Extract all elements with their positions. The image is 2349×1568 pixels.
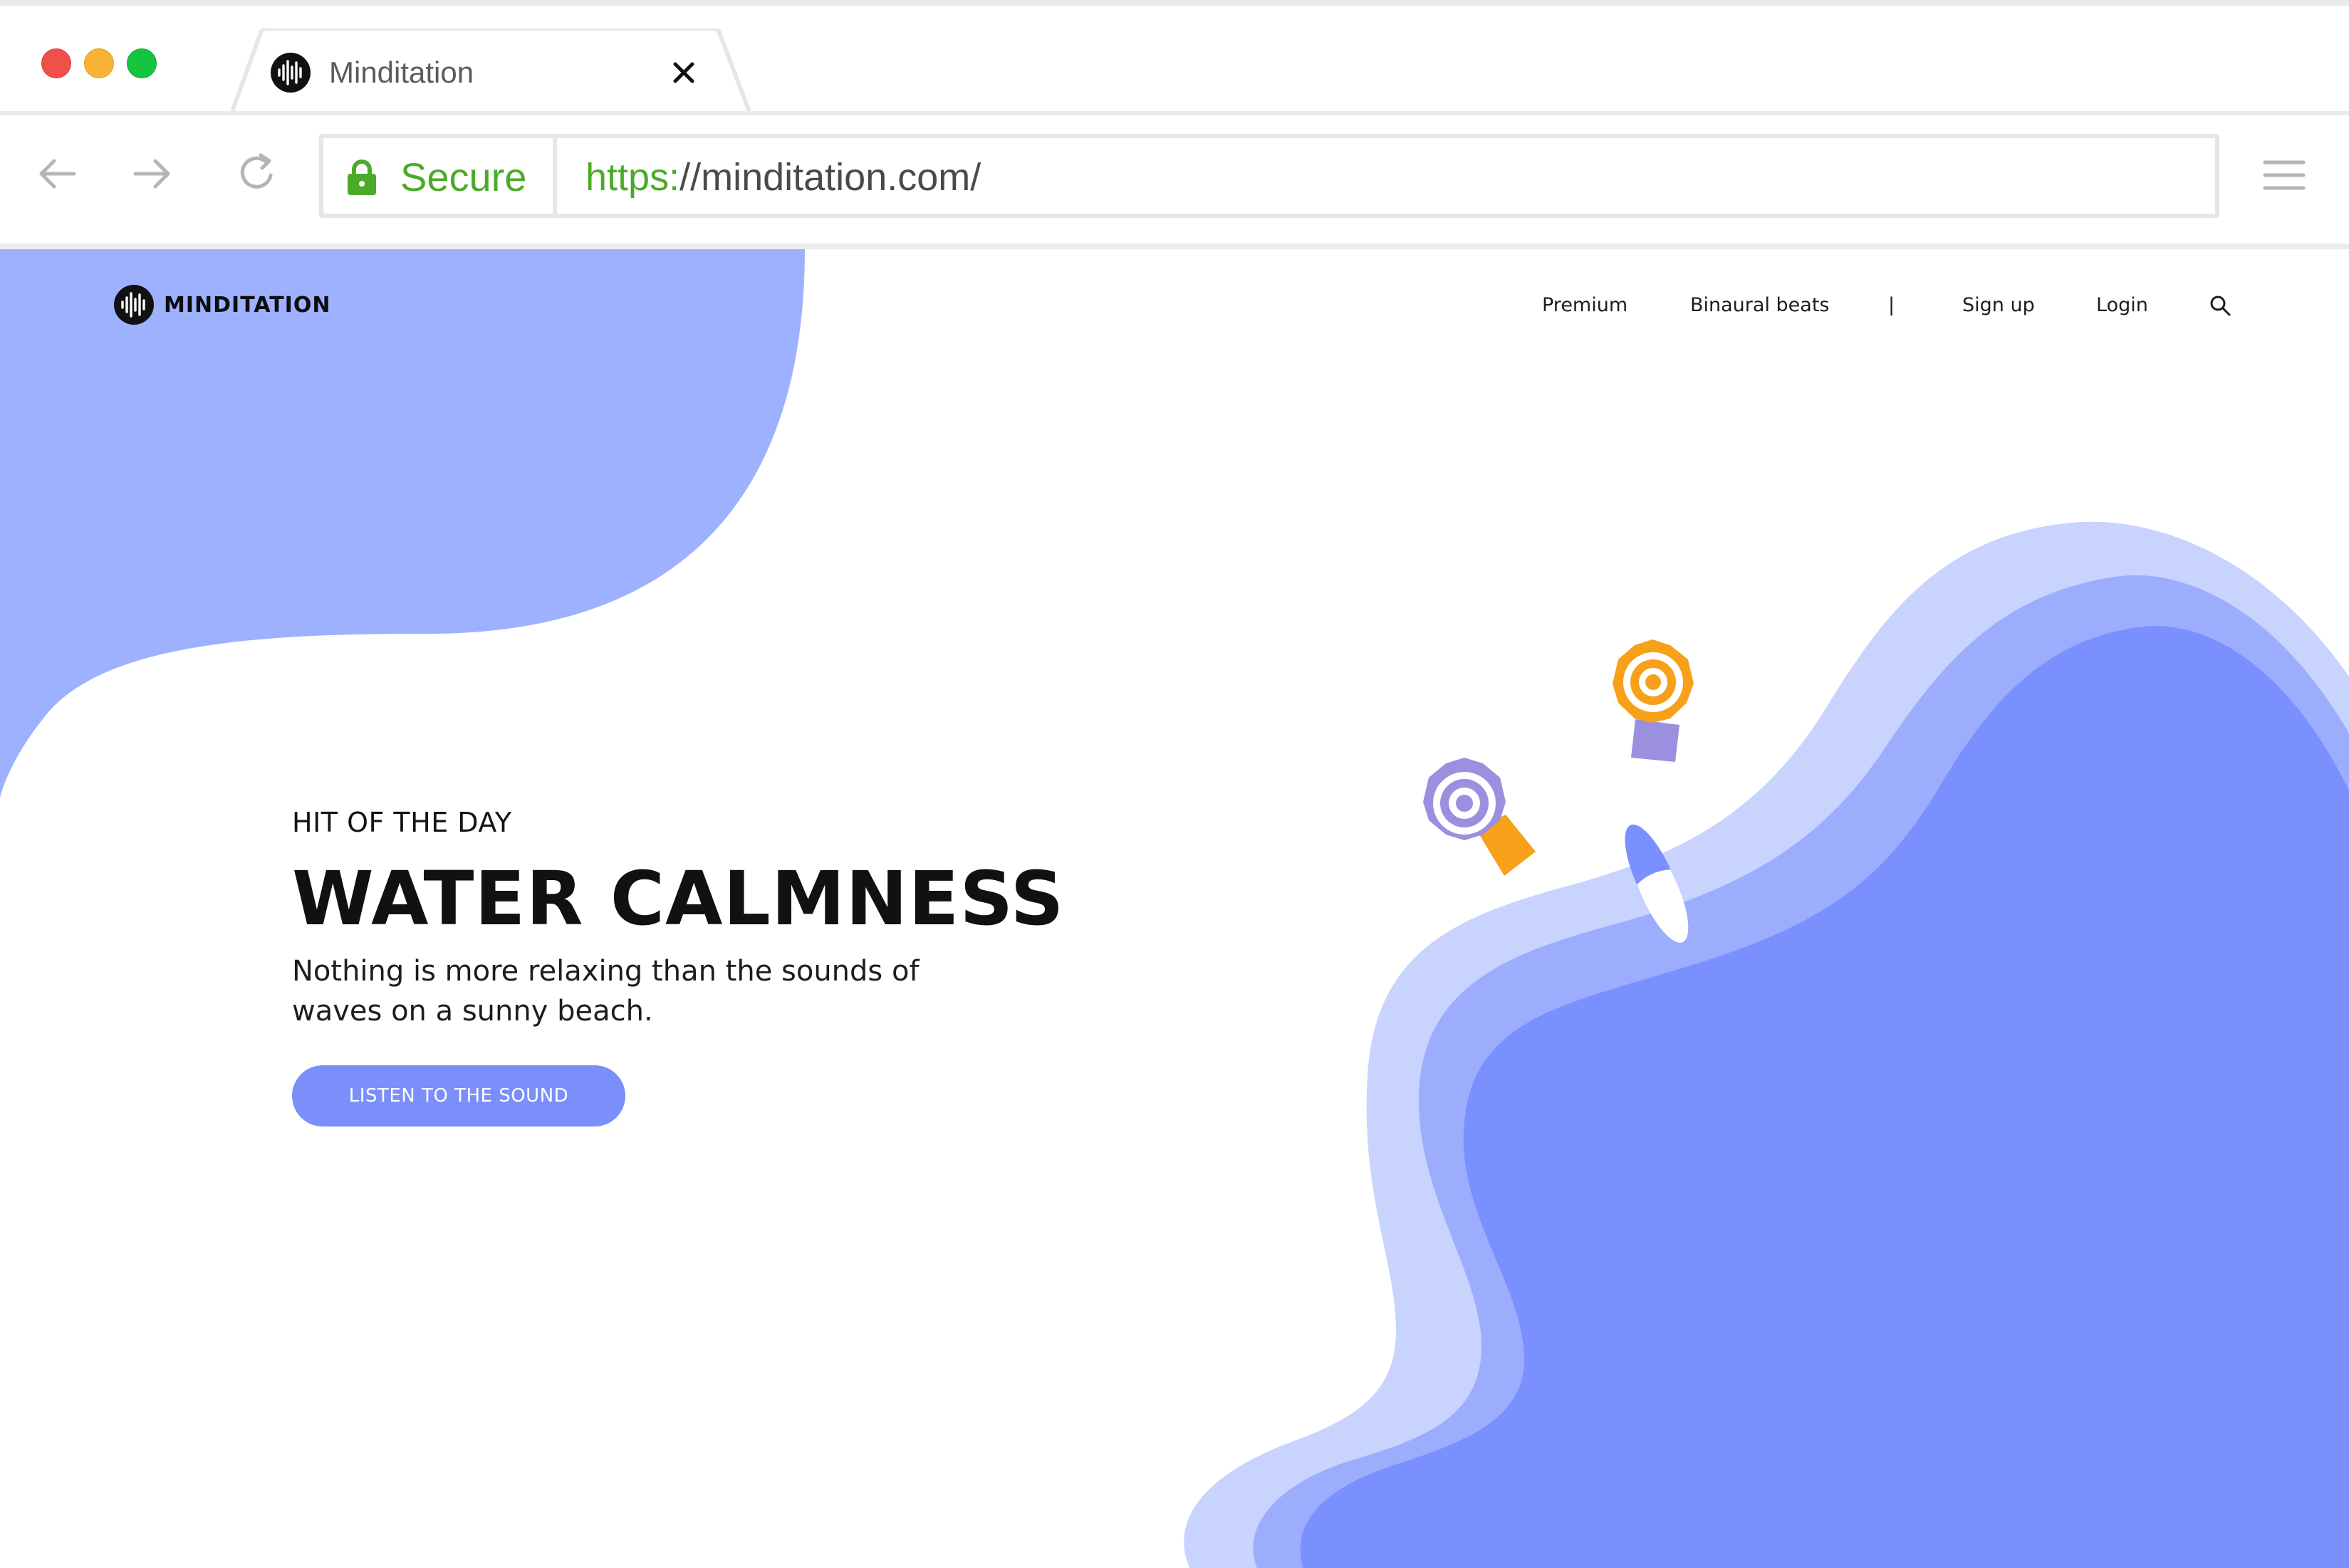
back-arrow-icon[interactable] — [36, 152, 78, 195]
forward-arrow-icon[interactable] — [131, 152, 174, 195]
url-path: //minditation.com/ — [679, 156, 981, 199]
hero-title: WATER CALMNESS — [292, 855, 1065, 942]
search-icon[interactable] — [2208, 293, 2232, 318]
window-maximize-button[interactable] — [127, 48, 157, 78]
site-logo[interactable]: MINDITATION — [114, 283, 330, 326]
window-close-button[interactable] — [41, 48, 71, 78]
hero-description: Nothing is more relaxing than the sounds… — [292, 955, 920, 1028]
secure-label[interactable]: Secure — [400, 154, 526, 201]
minditation-logo-icon — [114, 285, 154, 325]
listen-button[interactable]: LISTEN TO THE SOUND — [292, 1065, 625, 1127]
tab-title: Minditation — [329, 56, 474, 89]
nav-login[interactable]: Login — [2096, 293, 2148, 318]
address-bar-divider — [553, 138, 557, 214]
orange-umbrella-icon — [1613, 639, 1694, 762]
toolbar-divider — [0, 244, 2349, 249]
nav-premium[interactable]: Premium — [1542, 293, 1627, 318]
window-minimize-button[interactable] — [84, 48, 114, 78]
nav-sign-up[interactable]: Sign up — [1962, 293, 2035, 318]
purple-umbrella-icon — [1423, 758, 1536, 876]
lock-icon — [348, 160, 376, 195]
hamburger-menu-icon[interactable] — [2262, 158, 2306, 192]
brand-name: MINDITATION — [164, 292, 331, 318]
nav-binaural-beats[interactable]: Binaural beats — [1690, 293, 1829, 318]
reload-icon[interactable] — [236, 152, 279, 195]
url-scheme: https: — [585, 156, 680, 199]
window-top-border — [0, 0, 2349, 6]
minditation-logo-icon — [271, 53, 311, 93]
web-page: MINDITATION Premium Binaural beats | Sig… — [0, 249, 2349, 1568]
nav-separator: | — [1888, 294, 1895, 316]
hero-eyebrow: HIT OF THE DAY — [292, 807, 512, 838]
url-text[interactable]: https://minditation.com/ — [585, 154, 981, 201]
close-icon[interactable] — [668, 57, 699, 88]
